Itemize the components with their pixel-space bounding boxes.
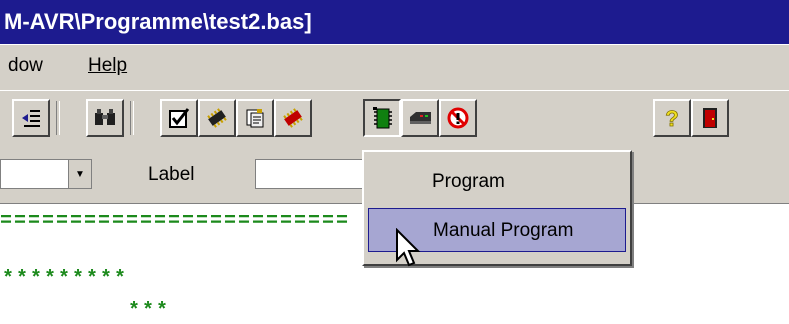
menu-help-label: Help	[88, 55, 128, 76]
window-title: M-AVR\Programme\test2.bas]	[4, 9, 312, 34]
binoculars-find-icon	[93, 107, 117, 129]
toolbar-separator	[130, 101, 134, 135]
menu-help[interactable]: Help	[88, 55, 127, 77]
menu-window[interactable]: dow	[8, 55, 43, 77]
help-icon: ?	[661, 106, 683, 130]
checkbox-check-icon	[168, 107, 190, 129]
terminal-emulator-button[interactable]	[401, 99, 439, 137]
toolbar-separator	[56, 101, 60, 135]
chip-compile-icon	[205, 107, 229, 129]
check-syntax-button[interactable]	[160, 99, 198, 137]
report-button[interactable]	[236, 99, 274, 137]
menu-item-manual-program-label: Manual Program	[433, 220, 574, 241]
menu-bar: dow Help	[0, 44, 789, 91]
menu-item-program-label: Program	[432, 171, 505, 192]
stop-button[interactable]	[439, 99, 477, 137]
svg-text:?: ?	[665, 106, 678, 130]
code-line: ***	[128, 300, 171, 323]
chip-red-icon	[281, 107, 305, 129]
code-line: =========================	[0, 210, 351, 233]
simulate-button[interactable]	[274, 99, 312, 137]
menu-item-program[interactable]: Program	[368, 160, 626, 204]
label-combo-box[interactable]: ▼	[0, 159, 92, 189]
exit-button[interactable]	[691, 99, 729, 137]
toolbar: ?	[0, 90, 789, 148]
window-title-bar: M-AVR\Programme\test2.bas]	[0, 0, 789, 44]
compile-button[interactable]	[198, 99, 236, 137]
help-button[interactable]: ?	[653, 99, 691, 137]
combo-dropdown-button[interactable]: ▼	[68, 160, 91, 188]
label-input[interactable]	[255, 159, 375, 189]
terminal-emulator-icon	[407, 107, 433, 129]
program-chip-icon	[371, 106, 393, 130]
clipboard-report-icon	[244, 107, 266, 129]
outdent-button[interactable]	[12, 99, 50, 137]
label-caption: Label	[148, 164, 195, 186]
find-button[interactable]	[86, 99, 124, 137]
label-caption-text: Label	[148, 164, 195, 185]
outdent-icon	[20, 107, 42, 129]
mouse-pointer-icon	[395, 227, 423, 268]
chevron-down-icon: ▼	[75, 168, 85, 180]
code-line: *********	[2, 268, 129, 291]
no-entry-icon	[446, 106, 470, 130]
exit-door-icon	[699, 106, 721, 130]
program-chip-button[interactable]	[363, 99, 401, 137]
